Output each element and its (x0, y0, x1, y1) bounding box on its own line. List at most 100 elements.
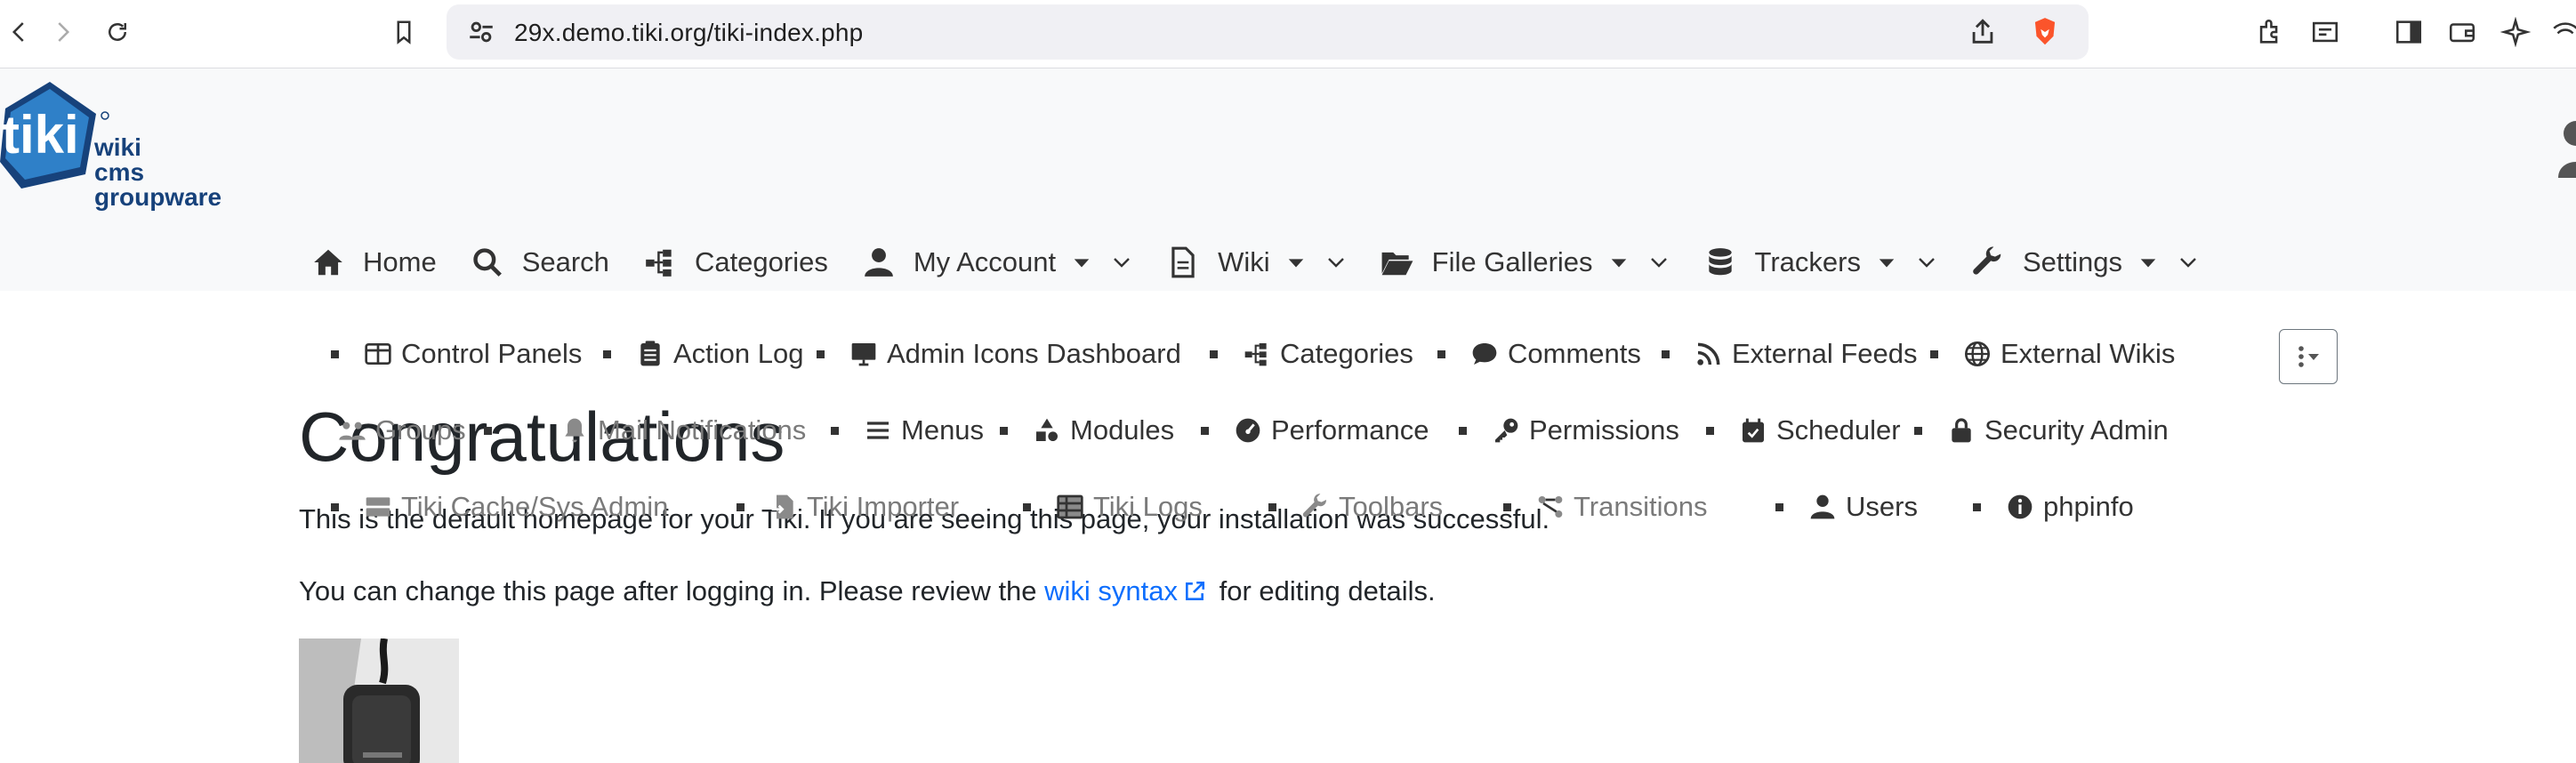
share-icon[interactable] (1968, 17, 1998, 47)
admin-tiki-logs-label: Tiki Logs (1093, 491, 1203, 522)
admin-toolbars[interactable]: Toolbars (1268, 491, 1443, 523)
reload-button[interactable] (98, 12, 137, 52)
table-icon (1057, 494, 1083, 519)
caret-down-icon[interactable] (1286, 253, 1306, 272)
admin-security[interactable]: Security Admin (1914, 414, 2169, 446)
admin-security-label: Security Admin (1984, 414, 2169, 446)
list-bullet (1503, 502, 1511, 511)
chevron-down-icon[interactable] (2178, 252, 2199, 273)
list-bullet (1000, 426, 1008, 435)
list-bullet (1210, 349, 1218, 358)
file-icon (1171, 246, 1195, 278)
server-icon (366, 497, 390, 517)
nav-wiki[interactable]: Wiki (1166, 245, 1347, 279)
list-bullet (1023, 502, 1031, 511)
address-bar[interactable]: 29x.demo.tiki.org/tiki-index.php (447, 4, 2089, 60)
external-link-icon[interactable] (1183, 580, 1206, 603)
list-bullet (737, 502, 745, 511)
nav-categories-label: Categories (694, 246, 828, 277)
nav-trackers[interactable]: Trackers (1703, 245, 1937, 279)
bookmark-button[interactable] (384, 12, 423, 52)
nav-file-galleries[interactable]: File Galleries (1381, 245, 1670, 279)
sitemap-icon (1244, 343, 1267, 366)
admin-permissions[interactable]: Permissions (1459, 414, 1679, 446)
admin-menus[interactable]: Menus (831, 414, 984, 446)
nav-home[interactable]: Home (311, 245, 437, 279)
sidebar-button[interactable] (2389, 12, 2428, 52)
admin-tiki-cache[interactable]: Tiki Cache/Sys Admin (331, 491, 668, 523)
url-text[interactable]: 29x.demo.tiki.org/tiki-index.php (514, 19, 863, 47)
caret-down-icon[interactable] (1072, 253, 1091, 272)
admin-tiki-logs[interactable]: Tiki Logs (1023, 491, 1203, 523)
user-icon (1810, 494, 1835, 519)
puzzle-icon (2259, 20, 2278, 44)
more-actions-button[interactable] (2279, 329, 2338, 384)
admin-scheduler[interactable]: Scheduler (1706, 414, 1901, 446)
admin-phpinfo-label: phpinfo (2043, 491, 2134, 522)
list-bullet (1930, 349, 1938, 358)
list-bullet (1662, 349, 1670, 358)
list-bullet (1268, 502, 1276, 511)
brave-shields-icon[interactable] (2028, 15, 2062, 49)
admin-performance[interactable]: Performance (1201, 414, 1429, 446)
admin-mail-notifications[interactable]: Mail Notifications (560, 414, 806, 446)
admin-external-wikis[interactable]: External Wikis (1930, 338, 2175, 370)
lock-icon (1952, 418, 1971, 443)
chevron-down-icon[interactable] (1916, 252, 1937, 273)
caret-down-icon[interactable] (2138, 253, 2158, 272)
kebab-menu-icon (2298, 346, 2319, 367)
admin-users[interactable]: Users (1775, 491, 1918, 523)
home-icon (314, 249, 342, 276)
nav-my-account[interactable]: My Account (862, 245, 1132, 279)
admin-transitions[interactable]: Transitions (1503, 491, 1707, 523)
admin-modules[interactable]: Modules (1000, 414, 1174, 446)
admin-transitions-label: Transitions (1574, 491, 1708, 522)
caret-down-icon[interactable] (1609, 253, 1629, 272)
caret-down-icon[interactable] (1877, 253, 1896, 272)
admin-groups[interactable]: Groups (338, 414, 517, 446)
admin-tiki-importer[interactable]: Tiki Importer (737, 491, 959, 523)
admin-action-log[interactable]: Action Log (603, 338, 804, 370)
user-menu-icon[interactable] (2558, 116, 2576, 180)
transitions-icon (1538, 496, 1563, 518)
nav-settings[interactable]: Settings (1971, 245, 2199, 279)
nav-categories[interactable]: Categories (643, 245, 828, 279)
nav-search[interactable]: Search (471, 245, 609, 279)
vpn-button[interactable] (2546, 12, 2576, 52)
admin-control-panels-label: Control Panels (401, 338, 583, 369)
chevron-down-icon[interactable] (1648, 252, 1670, 273)
site-settings-icon[interactable] (466, 17, 496, 47)
file-import-icon (771, 494, 793, 519)
admin-external-feeds-label: External Feeds (1732, 338, 1918, 369)
admin-control-panels[interactable]: Control Panels (331, 338, 582, 370)
admin-categories[interactable]: Categories (1210, 338, 1413, 370)
wiki-syntax-link[interactable]: wiki syntax (1044, 575, 1212, 606)
list-bullet (331, 349, 339, 358)
admin-icons-dashboard[interactable]: Admin Icons Dashboard (817, 338, 1181, 370)
chevron-down-icon[interactable] (1325, 252, 1347, 273)
leo-ai-button[interactable] (2496, 12, 2535, 52)
bell-icon (565, 418, 584, 443)
logo-text: wiki cms groupware (94, 135, 221, 210)
wrench-icon (1302, 494, 1327, 518)
admin-phpinfo[interactable]: phpinfo (1973, 491, 2134, 523)
nav-wiki-label: Wiki (1218, 246, 1270, 277)
extensions-button[interactable] (2250, 12, 2290, 52)
back-button[interactable] (0, 12, 39, 52)
admin-comments-label: Comments (1508, 338, 1641, 369)
list-bullet (1459, 426, 1467, 435)
forward-button[interactable] (43, 12, 82, 52)
sitemap-icon (646, 249, 672, 277)
wallet-button[interactable] (2443, 12, 2482, 52)
admin-comments[interactable]: Comments (1437, 338, 1641, 370)
reload-icon (109, 23, 126, 41)
bookmark-icon (397, 20, 411, 44)
main-navigation: Home Search Categories My Account Wiki F… (311, 231, 2233, 293)
wallet-icon (2449, 23, 2475, 43)
reader-button[interactable] (2306, 12, 2345, 52)
wiki-syntax-link-text[interactable]: wiki syntax (1044, 575, 1178, 606)
admin-performance-label: Performance (1271, 414, 1429, 446)
admin-external-feeds[interactable]: External Feeds (1662, 338, 1918, 370)
list-bullet (1973, 502, 1981, 511)
chevron-down-icon[interactable] (1111, 252, 1132, 273)
